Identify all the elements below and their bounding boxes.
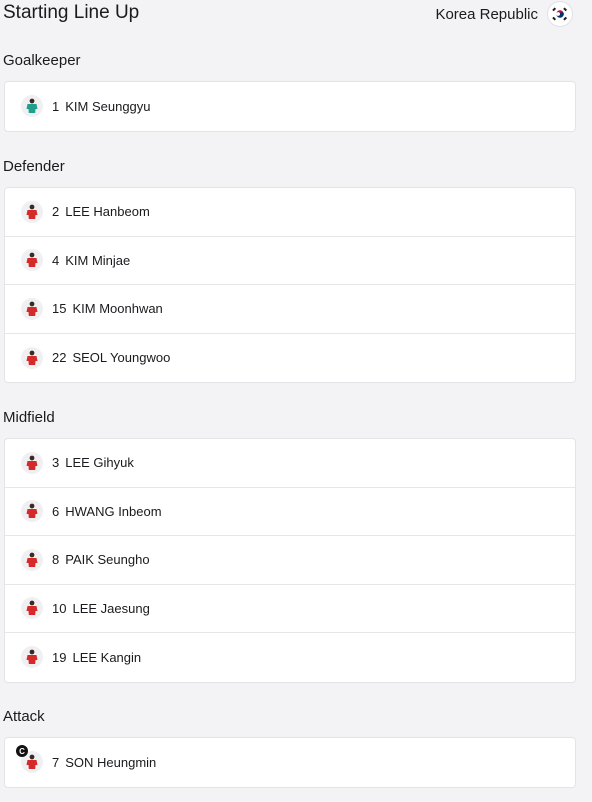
- player-number: 8: [52, 552, 60, 568]
- player-number: 7: [52, 754, 60, 770]
- player-number: 19: [52, 649, 67, 665]
- section-title-attack: Attack: [3, 708, 45, 725]
- midfield-list: 3 LEE Gihyuk 6 HWANG Inbeom 8 PAIK Seung…: [4, 438, 576, 683]
- player-row[interactable]: C 7 SON Heungmin: [5, 738, 575, 787]
- player-row[interactable]: 19 LEE Kangin: [5, 633, 575, 682]
- player-jersey-icon: C: [16, 745, 43, 774]
- player-name: LEE Kangin: [72, 649, 142, 665]
- player-number: 10: [52, 600, 67, 616]
- player-row[interactable]: 10 LEE Jaesung: [5, 585, 575, 633]
- player-name: PAIK Seungho: [65, 552, 150, 568]
- player-jersey-icon: [21, 597, 43, 620]
- player-row[interactable]: 4 KIM Minjae: [5, 237, 575, 285]
- defender-list: 2 LEE Hanbeom 4 KIM Minjae 15 KIM Moonhw…: [4, 187, 576, 383]
- player-jersey-icon: [21, 646, 43, 669]
- goalkeeper-list: 1 KIM Seunggyu: [4, 81, 576, 132]
- player-number: 1: [52, 98, 60, 114]
- section-title-defender: Defender: [3, 158, 65, 175]
- player-number: 6: [52, 503, 60, 519]
- player-jersey-icon: [21, 200, 43, 223]
- korea-flag-icon: [548, 2, 572, 26]
- attack-list: C 7 SON Heungmin: [4, 737, 576, 788]
- team-indicator[interactable]: Korea Republic: [435, 2, 572, 26]
- player-row[interactable]: 3 LEE Gihyuk: [5, 439, 575, 488]
- player-jersey-icon: [21, 500, 43, 523]
- section-title-midfield: Midfield: [3, 409, 55, 426]
- player-name: KIM Moonhwan: [72, 301, 163, 317]
- player-name: KIM Minjae: [65, 252, 131, 268]
- section-title-goalkeeper: Goalkeeper: [3, 52, 81, 69]
- player-number: 4: [52, 252, 60, 268]
- player-name: LEE Jaesung: [72, 600, 150, 616]
- player-number: 3: [52, 455, 60, 471]
- player-name: HWANG Inbeom: [65, 503, 162, 519]
- player-name: LEE Hanbeom: [65, 204, 150, 220]
- player-name: LEE Gihyuk: [65, 455, 134, 471]
- player-row[interactable]: 22 SEOL Youngwoo: [5, 334, 575, 383]
- player-jersey-icon: [21, 451, 43, 474]
- player-row[interactable]: 8 PAIK Seungho: [5, 536, 575, 585]
- page-title: Starting Line Up: [3, 2, 140, 23]
- player-jersey-icon: [21, 346, 43, 369]
- lineup-header: Starting Line Up Korea Republic: [0, 0, 592, 26]
- player-row[interactable]: 2 LEE Hanbeom: [5, 188, 575, 237]
- player-number: 2: [52, 204, 60, 220]
- player-name: SEOL Youngwoo: [72, 350, 171, 366]
- player-jersey-icon: [21, 548, 43, 571]
- player-number: 22: [52, 350, 67, 366]
- player-row[interactable]: 6 HWANG Inbeom: [5, 488, 575, 536]
- player-row[interactable]: 15 KIM Moonhwan: [5, 285, 575, 334]
- goalkeeper-jersey-icon: [21, 95, 43, 118]
- team-name: Korea Republic: [435, 5, 538, 23]
- player-number: 15: [52, 301, 67, 317]
- player-name: KIM Seunggyu: [65, 98, 151, 114]
- player-jersey-icon: [21, 297, 43, 320]
- player-row[interactable]: 1 KIM Seunggyu: [5, 82, 575, 131]
- player-jersey-icon: [21, 249, 43, 272]
- player-name: SON Heungmin: [65, 754, 157, 770]
